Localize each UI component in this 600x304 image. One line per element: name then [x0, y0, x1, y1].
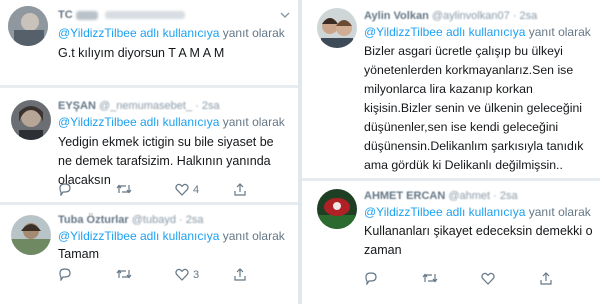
retweet-action[interactable]	[422, 272, 438, 284]
divider	[0, 85, 298, 88]
reply-context: @YildizzTilbee adlı kullanıcıya yanıt ol…	[58, 115, 285, 129]
reply-suffix: yanıt olarak	[528, 25, 591, 39]
tweet-header: AHMET ERCAN @ahmet · 2sa	[364, 190, 518, 203]
like-action[interactable]	[481, 272, 495, 285]
tweet-text: Bizler asgari ücretle çalışıp bu ülkeyi …	[364, 44, 584, 172]
heart-icon	[175, 268, 189, 281]
retweet-action[interactable]	[116, 268, 132, 280]
tweet-card[interactable]: EYŞAN @_nemumasebet_ · 2sa @YildizzTilbe…	[0, 90, 298, 202]
reply-context: @YildizzTilbee adlı kullanıcıya yanıt ol…	[58, 229, 285, 243]
like-action[interactable]: 3	[175, 268, 199, 281]
reply-mention[interactable]: @YildizzTilbee adlı kullanıcıya	[364, 25, 525, 39]
heart-icon	[481, 272, 495, 285]
tweet-text: G.t kılıyım diyorsun T A M A M	[58, 46, 225, 60]
reply-suffix: yanıt olarak	[222, 26, 285, 40]
avatar[interactable]	[8, 6, 48, 46]
tweet-card[interactable]: TC @YildizzTilbee adlı kullanıcıya yanıt…	[0, 0, 298, 84]
like-count: 3	[193, 268, 200, 281]
author-handle[interactable]: @ahmet · 2sa	[448, 190, 517, 202]
right-screenshot: Aylin Volkan @aylinvolkan07 · 2sa @Yildi…	[302, 0, 600, 304]
author-handle-blurred	[104, 11, 185, 20]
chevron-down-icon[interactable]	[280, 11, 290, 19]
like-action[interactable]: 4	[175, 183, 199, 196]
reply-mention[interactable]: @YildizzTilbee adlı kullanıcıya	[58, 26, 219, 40]
tweet-card[interactable]: AHMET ERCAN @ahmet · 2sa @YildizzTilbee …	[302, 183, 600, 304]
tweet-text: Kullananları şikayet edeceksin demekki o…	[364, 224, 593, 257]
share-icon	[234, 268, 246, 281]
tweet-actions: 4	[58, 183, 288, 199]
reply-icon	[365, 272, 377, 285]
avatar-image-icon	[11, 215, 51, 255]
like-count: 4	[193, 183, 200, 196]
reply-mention[interactable]: @YildizzTilbee adlı kullanıcıya	[58, 229, 219, 243]
tweet-text: Yedigin ekmek ictigin su bile siyaset be…	[58, 135, 274, 187]
avatar[interactable]	[11, 100, 51, 140]
reply-suffix: yanıt olarak	[222, 229, 285, 243]
author-name[interactable]: AHMET ERCAN	[364, 190, 445, 202]
reply-context: @YildizzTilbee adlı kullanıcıya yanıt ol…	[58, 26, 285, 40]
share-action[interactable]	[540, 272, 552, 285]
reply-context: @YildizzTilbee adlı kullanıcıya yanıt ol…	[364, 25, 591, 39]
author-handle[interactable]: @aylinvolkan07 · 2sa	[432, 10, 537, 22]
retweet-action[interactable]	[116, 183, 132, 195]
retweet-icon	[422, 273, 438, 283]
avatar-image-icon	[8, 6, 48, 46]
avatar-image-icon	[317, 8, 357, 48]
reply-suffix: yanıt olarak	[222, 115, 285, 129]
reply-suffix: yanıt olarak	[528, 205, 591, 219]
avatar[interactable]	[317, 8, 357, 48]
tweet-header: EYŞAN @_nemumasebet_ · 2sa	[58, 100, 220, 113]
reply-mention[interactable]: @YildizzTilbee adlı kullanıcıya	[58, 115, 219, 129]
share-action[interactable]	[234, 183, 246, 196]
share-action[interactable]	[234, 268, 246, 281]
avatar[interactable]	[11, 215, 51, 255]
reply-action[interactable]	[58, 268, 72, 281]
tweet-text: Tamam	[58, 247, 99, 261]
author-handle[interactable]: @tubayd · 2sa	[132, 214, 204, 226]
tweet-actions: 3	[58, 268, 288, 284]
tweet-header: TC	[58, 9, 185, 22]
retweet-icon	[116, 184, 132, 194]
tweet-header: Tuba Özturlar @tubayd · 2sa	[58, 214, 203, 227]
divider	[0, 202, 298, 205]
share-icon	[234, 183, 246, 196]
author-name[interactable]: Aylin Volkan	[364, 10, 429, 22]
author-name[interactable]: TC	[58, 9, 76, 21]
reply-action[interactable]	[58, 183, 72, 196]
reply-icon	[59, 268, 71, 281]
heart-icon	[175, 183, 189, 196]
author-name-blurred	[75, 10, 98, 20]
author-name[interactable]: Tuba Özturlar	[58, 214, 129, 226]
tweet-card[interactable]: Aylin Volkan @aylinvolkan07 · 2sa @Yildi…	[302, 0, 600, 178]
reply-action[interactable]	[364, 272, 378, 285]
reply-context: @YildizzTilbee adlı kullanıcıya yanıt ol…	[364, 205, 591, 219]
retweet-icon	[116, 269, 132, 279]
tweet-card[interactable]: Tuba Özturlar @tubayd · 2sa @YildizzTilb…	[0, 207, 298, 304]
share-icon	[540, 272, 552, 285]
tweet-header: Aylin Volkan @aylinvolkan07 · 2sa	[364, 10, 537, 23]
author-handle[interactable]: @_nemumasebet_ · 2sa	[99, 100, 220, 112]
left-screenshot: TC @YildizzTilbee adlı kullanıcıya yanıt…	[0, 0, 298, 304]
avatar-image-icon	[317, 189, 357, 229]
tweet-actions	[364, 272, 590, 288]
divider	[302, 178, 600, 181]
avatar[interactable]	[317, 189, 357, 229]
author-name[interactable]: EYŞAN	[58, 100, 96, 112]
reply-mention[interactable]: @YildizzTilbee adlı kullanıcıya	[364, 205, 525, 219]
reply-icon	[59, 183, 71, 196]
avatar-image-icon	[11, 100, 51, 140]
